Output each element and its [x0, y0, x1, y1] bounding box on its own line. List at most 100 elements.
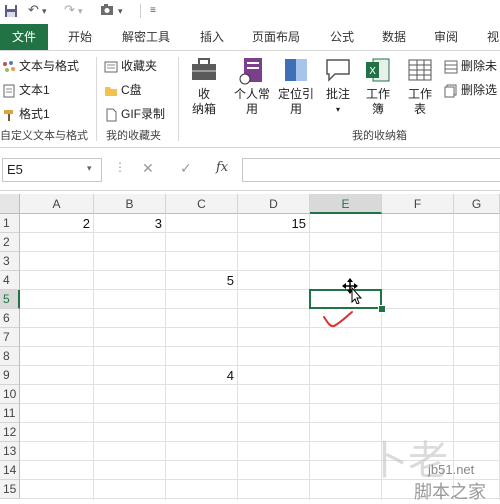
- personal-common-line1: 个人常: [233, 87, 270, 101]
- column-header-g[interactable]: G: [454, 194, 500, 214]
- redo-icon[interactable]: ↷: [64, 2, 75, 20]
- group-separator: [96, 57, 97, 141]
- gif-record-button[interactable]: GIF录制: [104, 105, 165, 122]
- row-header-8[interactable]: 8: [0, 347, 20, 366]
- text1-button[interactable]: 文本1: [2, 81, 50, 98]
- formula-bar-grip-icon: ⋮: [114, 160, 126, 174]
- fill-handle[interactable]: [378, 305, 386, 313]
- row-header-11[interactable]: 11: [0, 404, 20, 423]
- format1-button[interactable]: 格式1: [2, 105, 50, 122]
- cell-d1[interactable]: 15: [238, 216, 306, 231]
- comment-line1: 批注: [325, 87, 350, 101]
- formula-bar: E5 ▾ ⋮ ✕ ✓ fx: [0, 148, 500, 191]
- enter-icon[interactable]: ✓: [180, 160, 192, 177]
- favorites-button[interactable]: 收藏夹: [104, 57, 157, 74]
- c-drive-button[interactable]: C盘: [104, 81, 142, 98]
- row-header-1[interactable]: 1: [0, 214, 20, 233]
- column-header-a[interactable]: A: [20, 194, 94, 214]
- group-label-my-storage-box: 我的收纳箱: [352, 130, 407, 142]
- ribbon: 文本与格式 文本1 格式1 自定义文本与格式 收藏夹 C盘 GIF录制 我的收藏…: [0, 51, 500, 148]
- column-gridline: [165, 214, 166, 500]
- workbook-line1: 工作: [365, 87, 390, 101]
- tab-view[interactable]: 视: [478, 24, 500, 50]
- row-header-6[interactable]: 6: [0, 309, 20, 328]
- excel-workbook-icon: X: [363, 55, 393, 85]
- row-header-3[interactable]: 3: [0, 252, 20, 271]
- row-header-12[interactable]: 12: [0, 423, 20, 442]
- delete-unused-button[interactable]: 删除未: [444, 57, 497, 74]
- delete-unused-label: 删除未: [461, 59, 498, 73]
- locate-reference-button[interactable]: 定位引 用: [274, 55, 318, 117]
- row-gridline: [20, 289, 500, 290]
- row-gridline: [20, 251, 500, 252]
- group-label-my-favorites: 我的收藏夹: [106, 130, 161, 142]
- save-icon[interactable]: [4, 4, 18, 22]
- row-header-14[interactable]: 14: [0, 461, 20, 480]
- delete-selected-button[interactable]: 删除选: [444, 81, 497, 98]
- column-header-f[interactable]: F: [382, 194, 454, 214]
- workbook-line2: 簿: [371, 102, 384, 116]
- camera-dropdown-icon[interactable]: ▾: [118, 6, 123, 24]
- undo-dropdown-icon[interactable]: ▾: [42, 6, 47, 24]
- tab-review[interactable]: 审阅: [426, 24, 466, 50]
- text-and-format-button[interactable]: 文本与格式: [2, 57, 79, 74]
- worksheet-line2: 表: [413, 102, 426, 116]
- workbook-button[interactable]: X 工作 簿: [360, 55, 396, 117]
- column-header-b[interactable]: B: [94, 194, 166, 214]
- group-label-custom-text-format: 自定义文本与格式: [0, 130, 88, 142]
- name-box-dropdown-icon[interactable]: ▾: [87, 163, 92, 174]
- watermark-site: jb51.net: [428, 462, 475, 477]
- row-header-10[interactable]: 10: [0, 385, 20, 404]
- cell-b1[interactable]: 3: [94, 216, 162, 231]
- row-header-4[interactable]: 4: [0, 271, 20, 290]
- formula-input[interactable]: [242, 158, 500, 182]
- customize-qat-icon[interactable]: ≡: [150, 5, 156, 23]
- select-all-corner[interactable]: [0, 194, 20, 214]
- locate-reference-line2: 用: [289, 102, 302, 116]
- tab-data[interactable]: 数据: [374, 24, 414, 50]
- undo-icon[interactable]: ↶: [28, 2, 39, 20]
- worksheet-line1: 工作: [407, 87, 432, 101]
- cell-c9[interactable]: 4: [166, 368, 234, 383]
- worksheet-button[interactable]: 工作 表: [402, 55, 438, 117]
- name-box-value: E5: [7, 162, 23, 177]
- insert-function-icon[interactable]: fx: [216, 160, 228, 175]
- favorites-label: 收藏夹: [121, 59, 158, 73]
- storage-box-button[interactable]: 收 纳箱: [184, 55, 224, 117]
- column-header-c[interactable]: C: [166, 194, 238, 214]
- row-gridline: [20, 327, 500, 328]
- personal-common-button[interactable]: 个人常 用: [230, 55, 274, 117]
- tab-home[interactable]: 开始: [60, 24, 100, 50]
- row-header-7[interactable]: 7: [0, 328, 20, 347]
- row-gridline: [20, 308, 500, 309]
- redo-dropdown-icon[interactable]: ▾: [78, 6, 83, 24]
- camera-icon[interactable]: [100, 3, 116, 21]
- comment-button[interactable]: 批注 ▾: [320, 55, 356, 117]
- row-header-9[interactable]: 9: [0, 366, 20, 385]
- row-gridline: [20, 365, 500, 366]
- row-header-13[interactable]: 13: [0, 442, 20, 461]
- column-gridline: [237, 214, 238, 500]
- column-header-e[interactable]: E: [310, 194, 382, 214]
- row-header-5[interactable]: 5: [0, 290, 20, 309]
- tab-formulas[interactable]: 公式: [322, 24, 362, 50]
- row-header-15[interactable]: 15: [0, 480, 20, 499]
- name-box[interactable]: E5 ▾: [2, 158, 102, 182]
- delete-selected-label: 删除选: [461, 83, 498, 97]
- row-header-2[interactable]: 2: [0, 233, 20, 252]
- tab-page-layout[interactable]: 页面布局: [244, 24, 308, 50]
- tab-decrypt-tools[interactable]: 解密工具: [114, 24, 178, 50]
- watermark: 卜老 jb51.net 脚本之家: [360, 418, 500, 502]
- cancel-icon[interactable]: ✕: [142, 160, 154, 177]
- dots-icon: [2, 60, 16, 74]
- storage-box-line2: 纳箱: [191, 102, 216, 116]
- format-painter-icon: [2, 108, 16, 122]
- storage-box-line1: 收: [197, 87, 210, 101]
- tab-file[interactable]: 文件: [0, 24, 48, 50]
- comment-icon: [323, 55, 353, 85]
- column-header-d[interactable]: D: [238, 194, 310, 214]
- cell-c4[interactable]: 5: [166, 273, 234, 288]
- cell-a1[interactable]: 2: [20, 216, 90, 231]
- tab-insert[interactable]: 插入: [192, 24, 232, 50]
- text-and-format-label: 文本与格式: [19, 59, 80, 73]
